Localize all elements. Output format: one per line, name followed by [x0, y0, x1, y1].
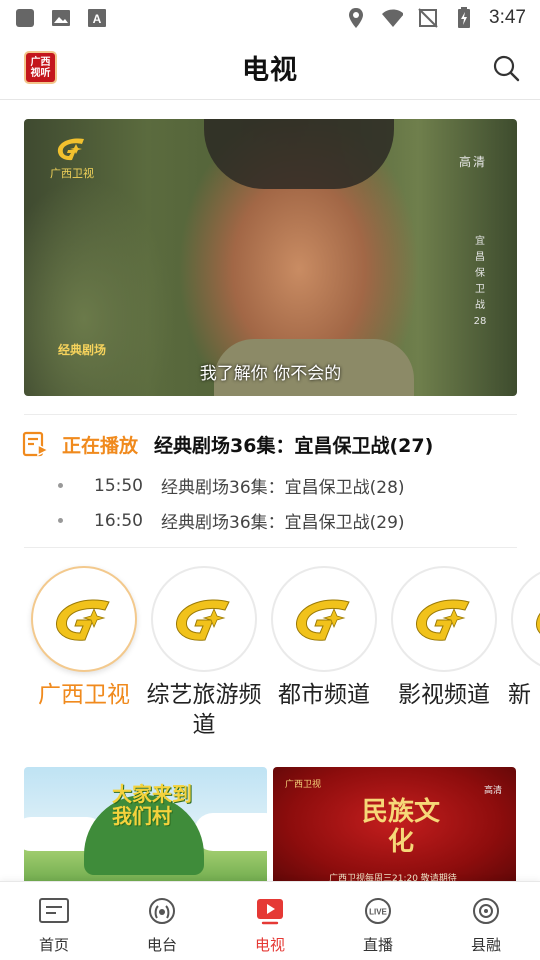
- channel-watermark-text: 广西卫视: [50, 167, 94, 180]
- image-notification-icon: [50, 7, 72, 29]
- channel-badge: 广西卫视: [285, 780, 322, 790]
- nav-label: 电视: [254, 936, 285, 954]
- radio-icon: [145, 894, 179, 928]
- svg-text:LIVE: LIVE: [369, 908, 387, 917]
- channel-film[interactable]: 影视频道: [389, 566, 499, 710]
- cloud-shape: [194, 813, 267, 851]
- divider: [24, 414, 517, 415]
- bottom-nav: 首页 电台 电视 LIVE 直播 县融: [0, 881, 540, 960]
- no-signal-icon: [417, 7, 439, 29]
- app-logo[interactable]: 广西视听: [24, 51, 57, 84]
- guangxi-tv-logo-icon: [176, 599, 230, 641]
- divider: [24, 547, 517, 548]
- now-playing-label: 正在播放: [62, 434, 139, 457]
- nav-county[interactable]: 县融: [432, 882, 540, 960]
- channel-logo: [271, 566, 377, 672]
- channel-name: 都市频道: [278, 682, 370, 708]
- quality-tag: 高清: [458, 155, 487, 169]
- video-frame-figure: [204, 119, 394, 189]
- channel-city[interactable]: 都市频道: [269, 566, 379, 710]
- bullet-dot: [58, 483, 63, 488]
- playlist-icon: [22, 431, 50, 457]
- channel-logo: [31, 566, 137, 672]
- county-icon: [469, 894, 503, 928]
- program-cards: 大家来到我们村 广西卫视 高清 民族文化 广西卫视每周三21:20 敬请期待: [24, 767, 540, 887]
- schedule-title: 经典剧场36集：宜昌保卫战(28): [161, 478, 405, 498]
- app-notification-icon: [14, 7, 36, 29]
- nav-label: 首页: [38, 936, 69, 954]
- nav-tv[interactable]: 电视: [216, 882, 324, 960]
- logo-text: 广西视听: [30, 56, 51, 79]
- live-icon: LIVE: [361, 894, 395, 928]
- svg-text:A: A: [93, 12, 102, 26]
- video-player[interactable]: 广西卫视 高清 宜昌保卫战28 经典剧场 我了解你 你不会的: [24, 119, 517, 396]
- nav-home[interactable]: 首页: [0, 882, 108, 960]
- font-notification-icon: A: [86, 7, 108, 29]
- quality-tag: 高清: [483, 786, 502, 796]
- video-subtitle: 我了解你 你不会的: [199, 364, 342, 384]
- schedule-title: 经典剧场36集：宜昌保卫战(29): [161, 513, 405, 533]
- schedule-item[interactable]: 16:50 经典剧场36集：宜昌保卫战(29): [58, 508, 405, 533]
- channel-selector: 广西卫视 综艺旅游频道 都市频道 影视频道 新: [0, 566, 540, 751]
- app-header: 广西视听 电视: [0, 36, 540, 100]
- program-card[interactable]: 大家来到我们村: [24, 767, 267, 887]
- now-playing-title: 经典剧场36集：宜昌保卫战(27): [154, 434, 434, 457]
- schedule-time: 15:50: [94, 475, 143, 496]
- channel-logo: [151, 566, 257, 672]
- channel-variety-travel[interactable]: 综艺旅游频道: [147, 566, 262, 740]
- search-icon: [493, 55, 520, 82]
- nav-label: 县融: [470, 936, 501, 954]
- wifi-icon: [381, 7, 404, 29]
- nav-radio[interactable]: 电台: [108, 882, 216, 960]
- location-icon: [345, 7, 367, 29]
- guangxi-tv-logo-icon: [296, 599, 350, 641]
- program-title: 民族文化: [361, 797, 440, 857]
- search-button[interactable]: [492, 54, 520, 82]
- channel-name: 新: [509, 682, 531, 708]
- tv-icon: [253, 894, 287, 928]
- bullet-dot: [58, 518, 63, 523]
- channel-name: 影视频道: [398, 682, 490, 708]
- nav-label: 电台: [146, 936, 177, 954]
- channel-news[interactable]: 新: [509, 566, 540, 710]
- home-icon: [37, 894, 71, 928]
- nav-live[interactable]: LIVE 直播: [324, 882, 432, 960]
- guangxi-tv-logo-icon: [57, 138, 84, 161]
- vertical-title: 宜昌保卫战28: [473, 236, 487, 327]
- program-card[interactable]: 广西卫视 高清 民族文化 广西卫视每周三21:20 敬请期待: [273, 767, 516, 887]
- schedule-time: 16:50: [94, 510, 143, 531]
- guangxi-tv-logo-icon: [416, 599, 470, 641]
- status-bar: A 3:47: [0, 0, 540, 36]
- schedule-item[interactable]: 15:50 经典剧场36集：宜昌保卫战(28): [58, 473, 405, 498]
- page-title: 电视: [242, 55, 298, 86]
- nav-label: 直播: [362, 936, 393, 954]
- battery-charging-icon: [453, 7, 475, 29]
- now-playing-row: 正在播放 经典剧场36集：宜昌保卫战(27): [22, 430, 433, 458]
- channel-logo: [511, 566, 540, 672]
- channel-watermark: 广西卫视: [50, 135, 94, 181]
- guangxi-tv-logo-icon: [536, 599, 540, 641]
- channel-guangxi-tv[interactable]: 广西卫视: [29, 566, 139, 710]
- program-title: 大家来到我们村: [112, 782, 192, 828]
- theater-logo: 经典剧场: [58, 343, 107, 357]
- status-time: 3:47: [489, 7, 526, 28]
- channel-logo: [391, 566, 497, 672]
- channel-clip: 新: [509, 566, 540, 751]
- guangxi-tv-logo-icon: [56, 599, 110, 641]
- channel-name: 广西卫视: [38, 682, 130, 708]
- channel-name: 综艺旅游频道: [146, 682, 262, 738]
